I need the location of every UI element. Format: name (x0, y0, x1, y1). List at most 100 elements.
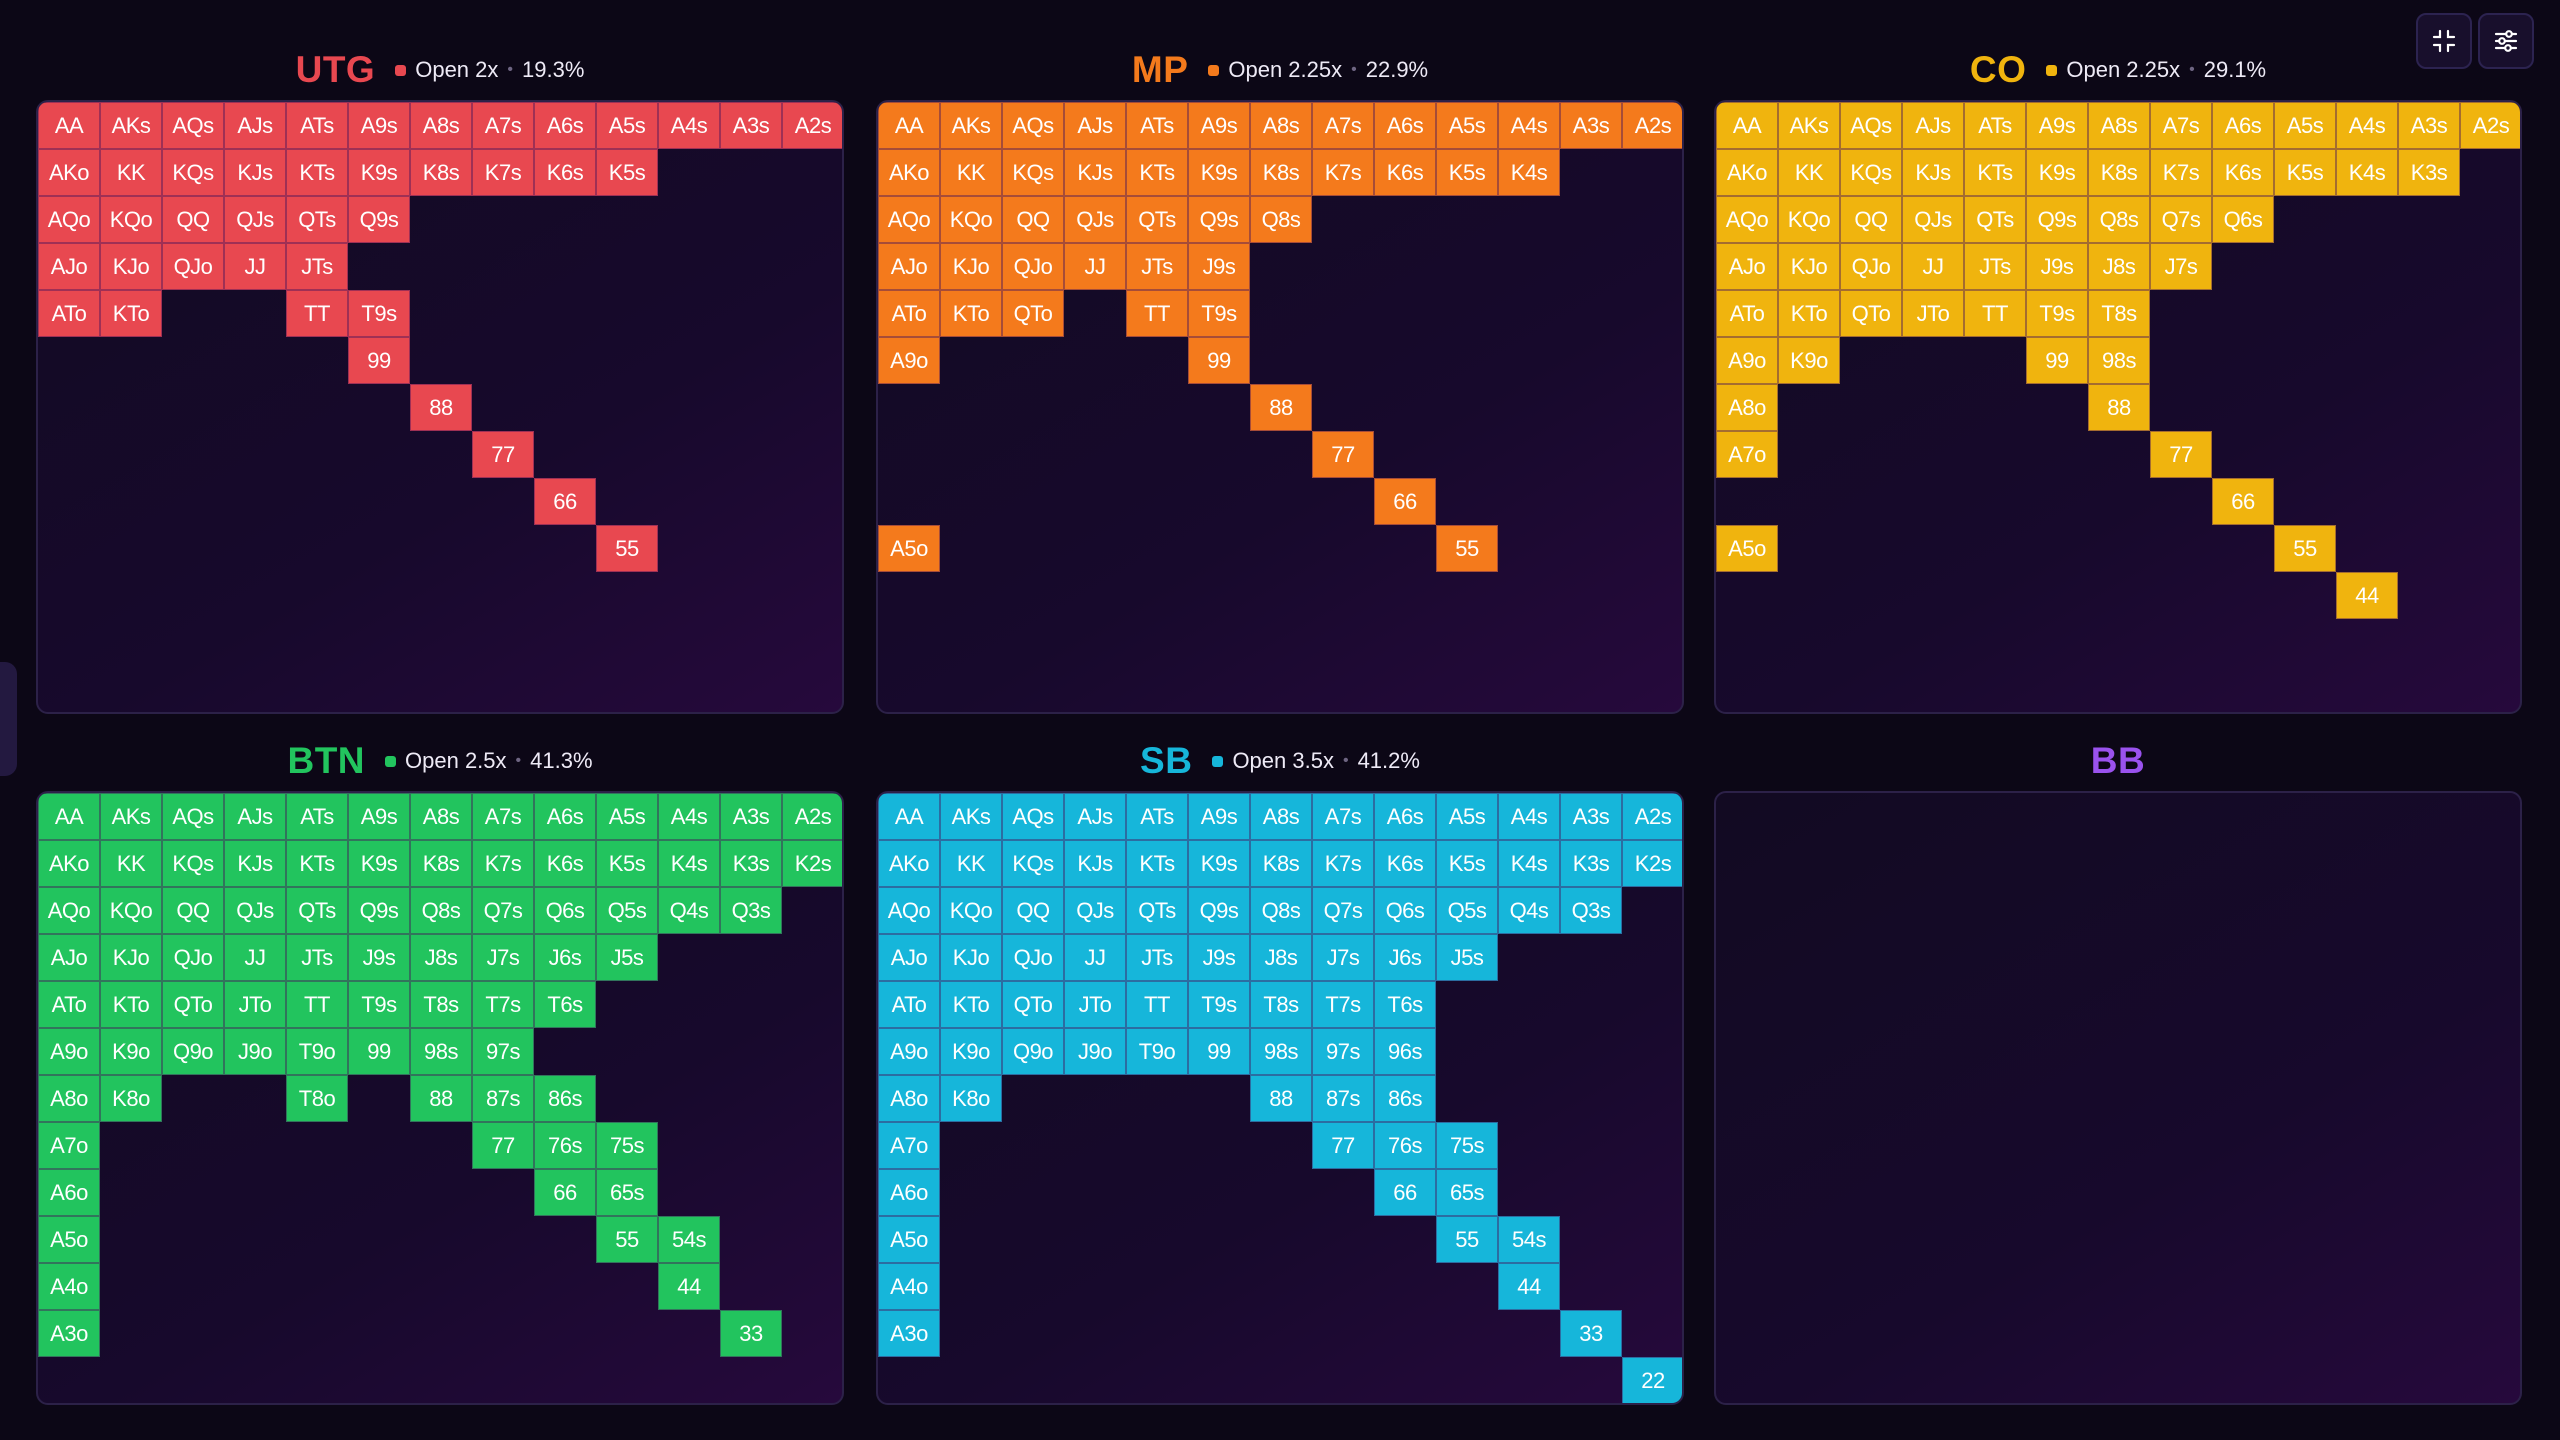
hand-cell-33[interactable]: 33 (1560, 1310, 1622, 1357)
hand-cell-66[interactable]: 66 (1374, 1169, 1436, 1216)
hand-cell-ATo[interactable]: ATo (38, 290, 100, 337)
hand-cell-KJs[interactable]: KJs (1064, 840, 1126, 887)
hand-cell-ATo[interactable]: ATo (38, 981, 100, 1028)
hand-cell-TT[interactable]: TT (1964, 290, 2026, 337)
hand-cell-99[interactable]: 99 (348, 1028, 410, 1075)
hand-cell-44[interactable]: 44 (2336, 572, 2398, 619)
hand-cell-A5o[interactable]: A5o (1716, 525, 1778, 572)
hand-cell-ATo[interactable]: ATo (878, 290, 940, 337)
hand-cell-T8s[interactable]: T8s (2088, 290, 2150, 337)
hand-cell-97s[interactable]: 97s (472, 1028, 534, 1075)
hand-cell-J7s[interactable]: J7s (472, 934, 534, 981)
hand-cell-A4s[interactable]: A4s (1498, 102, 1560, 149)
hand-cell-JTo[interactable]: JTo (224, 981, 286, 1028)
hand-cell-A9o[interactable]: A9o (1716, 337, 1778, 384)
hand-cell-AJo[interactable]: AJo (878, 934, 940, 981)
hand-cell-A7s[interactable]: A7s (2150, 102, 2212, 149)
hand-cell-A4o[interactable]: A4o (878, 1263, 940, 1310)
hand-cell-K9s[interactable]: K9s (1188, 149, 1250, 196)
hand-cell-T9s[interactable]: T9s (348, 290, 410, 337)
hand-cell-A4s[interactable]: A4s (658, 102, 720, 149)
hand-cell-Q7s[interactable]: Q7s (472, 887, 534, 934)
hand-cell-Q5s[interactable]: Q5s (1436, 887, 1498, 934)
hand-cell-T9s[interactable]: T9s (1188, 981, 1250, 1028)
hand-cell-A5s[interactable]: A5s (1436, 102, 1498, 149)
hand-cell-A7o[interactable]: A7o (878, 1122, 940, 1169)
hand-cell-88[interactable]: 88 (2088, 384, 2150, 431)
hand-cell-K8s[interactable]: K8s (410, 840, 472, 887)
hand-cell-AJs[interactable]: AJs (1902, 102, 1964, 149)
hand-cell-76s[interactable]: 76s (534, 1122, 596, 1169)
hand-cell-A9o[interactable]: A9o (38, 1028, 100, 1075)
hand-cell-TT[interactable]: TT (1126, 290, 1188, 337)
hand-cell-QTo[interactable]: QTo (1840, 290, 1902, 337)
hand-cell-66[interactable]: 66 (534, 478, 596, 525)
hand-cell-T6s[interactable]: T6s (534, 981, 596, 1028)
hand-cell-K6s[interactable]: K6s (534, 149, 596, 196)
hand-cell-QJo[interactable]: QJo (1840, 243, 1902, 290)
hand-cell-AKs[interactable]: AKs (1778, 102, 1840, 149)
hand-cell-JJ[interactable]: JJ (224, 243, 286, 290)
hand-cell-K2s[interactable]: K2s (1622, 840, 1682, 887)
hand-cell-54s[interactable]: 54s (658, 1216, 720, 1263)
hand-cell-Q4s[interactable]: Q4s (658, 887, 720, 934)
hand-cell-K9o[interactable]: K9o (1778, 337, 1840, 384)
hand-cell-KQo[interactable]: KQo (1778, 196, 1840, 243)
hand-cell-T8s[interactable]: T8s (410, 981, 472, 1028)
hand-cell-Q4s[interactable]: Q4s (1498, 887, 1560, 934)
hand-cell-QJs[interactable]: QJs (224, 196, 286, 243)
hand-cell-A3s[interactable]: A3s (1560, 102, 1622, 149)
hand-cell-A8s[interactable]: A8s (2088, 102, 2150, 149)
hand-cell-J9s[interactable]: J9s (2026, 243, 2088, 290)
hand-cell-AJo[interactable]: AJo (38, 934, 100, 981)
hand-cell-77[interactable]: 77 (1312, 1122, 1374, 1169)
hand-cell-44[interactable]: 44 (658, 1263, 720, 1310)
hand-cell-A7o[interactable]: A7o (1716, 431, 1778, 478)
hand-cell-AQs[interactable]: AQs (1840, 102, 1902, 149)
hand-cell-77[interactable]: 77 (1312, 431, 1374, 478)
hand-cell-K5s[interactable]: K5s (596, 840, 658, 887)
hand-cell-75s[interactable]: 75s (596, 1122, 658, 1169)
hand-cell-98s[interactable]: 98s (2088, 337, 2150, 384)
hand-cell-55[interactable]: 55 (1436, 525, 1498, 572)
hand-cell-A7s[interactable]: A7s (1312, 102, 1374, 149)
hand-cell-KJo[interactable]: KJo (100, 934, 162, 981)
hand-cell-A2s[interactable]: A2s (1622, 102, 1682, 149)
hand-cell-55[interactable]: 55 (2274, 525, 2336, 572)
hand-cell-66[interactable]: 66 (534, 1169, 596, 1216)
hand-cell-A5s[interactable]: A5s (2274, 102, 2336, 149)
hand-cell-ATs[interactable]: ATs (286, 793, 348, 840)
hand-cell-AQo[interactable]: AQo (38, 887, 100, 934)
hand-cell-AKo[interactable]: AKo (38, 149, 100, 196)
hand-cell-AJs[interactable]: AJs (1064, 793, 1126, 840)
hand-cell-A9s[interactable]: A9s (1188, 793, 1250, 840)
hand-cell-AQs[interactable]: AQs (1002, 793, 1064, 840)
hand-cell-Q6s[interactable]: Q6s (1374, 887, 1436, 934)
hand-cell-KQs[interactable]: KQs (1840, 149, 1902, 196)
hand-cell-AQs[interactable]: AQs (162, 793, 224, 840)
hand-cell-QTo[interactable]: QTo (162, 981, 224, 1028)
hand-cell-A5o[interactable]: A5o (878, 1216, 940, 1263)
hand-cell-K3s[interactable]: K3s (2398, 149, 2460, 196)
hand-cell-A7o[interactable]: A7o (38, 1122, 100, 1169)
hand-cell-K6s[interactable]: K6s (1374, 149, 1436, 196)
hand-cell-QTo[interactable]: QTo (1002, 981, 1064, 1028)
hand-cell-ATo[interactable]: ATo (878, 981, 940, 1028)
hand-cell-A8s[interactable]: A8s (410, 102, 472, 149)
hand-cell-A8o[interactable]: A8o (878, 1075, 940, 1122)
hand-cell-KQo[interactable]: KQo (940, 887, 1002, 934)
hand-cell-AA[interactable]: AA (38, 793, 100, 840)
hand-cell-QTs[interactable]: QTs (286, 196, 348, 243)
hand-cell-K8s[interactable]: K8s (410, 149, 472, 196)
hand-cell-QTo[interactable]: QTo (1002, 290, 1064, 337)
hand-cell-K8s[interactable]: K8s (2088, 149, 2150, 196)
hand-cell-T9s[interactable]: T9s (348, 981, 410, 1028)
hand-cell-KQo[interactable]: KQo (940, 196, 1002, 243)
hand-cell-77[interactable]: 77 (472, 431, 534, 478)
hand-cell-KJo[interactable]: KJo (940, 243, 1002, 290)
hand-cell-Q9s[interactable]: Q9s (348, 196, 410, 243)
hand-cell-Q8s[interactable]: Q8s (2088, 196, 2150, 243)
hand-cell-KK[interactable]: KK (940, 840, 1002, 887)
hand-cell-Q6s[interactable]: Q6s (2212, 196, 2274, 243)
hand-cell-JJ[interactable]: JJ (1064, 243, 1126, 290)
